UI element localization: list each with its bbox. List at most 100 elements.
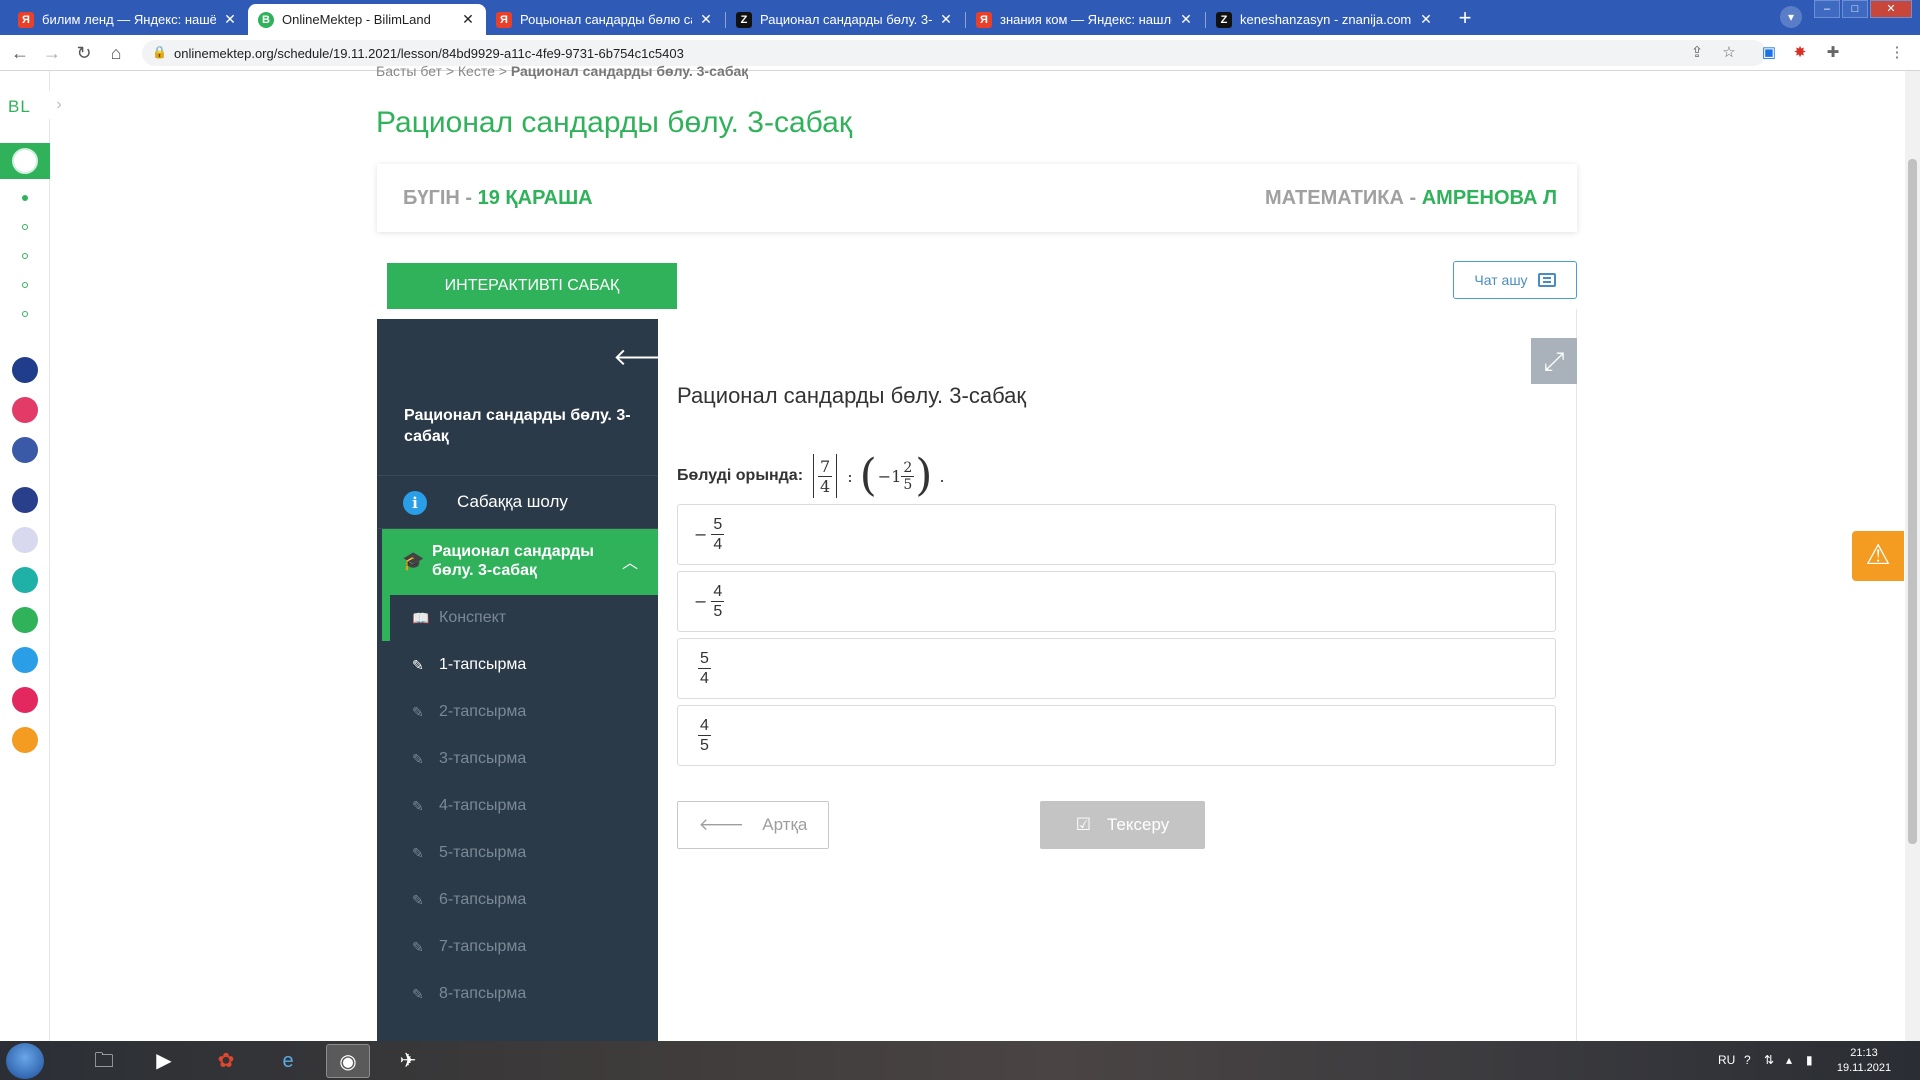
rail-dot[interactable]: [22, 282, 28, 288]
lesson-sidebar: 🡐 Рационал сандарды бөлу. 3-сабақ i Саба…: [377, 319, 658, 1041]
browser-tab-active[interactable]: B OnlineMektep - BilimLand ✕: [248, 4, 486, 35]
clock[interactable]: 21:13 19.11.2021: [1834, 1046, 1894, 1076]
minimize-button[interactable]: –: [1814, 0, 1840, 18]
sidebar-item-overview[interactable]: i Сабаққа шолу: [377, 475, 658, 529]
clock-time: 21:13: [1850, 1047, 1878, 1059]
close-icon[interactable]: ✕: [222, 11, 238, 28]
smart-nation-icon[interactable]: [12, 487, 38, 513]
profile-icon[interactable]: ▾: [1780, 6, 1802, 28]
tray-expand-icon[interactable]: ▴: [1786, 1053, 1792, 1067]
answer-sign: −: [694, 525, 708, 544]
page-scrollbar[interactable]: [1905, 71, 1920, 1041]
browser-tab[interactable]: Z keneshanzasyn - znanija.com ✕: [1206, 4, 1444, 35]
media-player-icon[interactable]: ▶: [142, 1044, 186, 1078]
window-close-button[interactable]: ✕: [1870, 0, 1912, 18]
breadcrumb-item[interactable]: Басты бет: [376, 63, 442, 79]
subject-teacher: МАТЕМАТИКА - АМРЕНОВА Л: [1265, 187, 1557, 210]
help-icon[interactable]: ?: [1744, 1053, 1751, 1067]
close-icon[interactable]: ✕: [1178, 11, 1194, 28]
forward-arrow-icon[interactable]: →: [40, 41, 64, 65]
bilim-land-icon[interactable]: [12, 607, 38, 633]
sidebar-task-item[interactable]: 📖 Конспект: [382, 595, 658, 641]
arrow-left-icon: 🡐: [698, 815, 745, 834]
collapse-sidebar-arrow-icon[interactable]: 🡐: [613, 345, 658, 371]
fullscreen-expand-icon[interactable]: ⤢: [1531, 338, 1577, 384]
browser-tab[interactable]: Я билим ленд — Яндекс: нашёлся ✕: [8, 4, 248, 35]
rail-dot[interactable]: [22, 311, 28, 317]
rail-expand-chevron-icon[interactable]: ›: [48, 91, 70, 119]
bilimland-logo[interactable]: BL: [8, 97, 31, 117]
sidebar-task-item[interactable]: ✎ 3-тапсырма: [382, 736, 658, 782]
back-arrow-icon[interactable]: ←: [8, 41, 32, 65]
extensions-puzzle-icon[interactable]: ✚: [1824, 44, 1842, 62]
close-icon[interactable]: ✕: [1418, 11, 1434, 28]
close-icon[interactable]: ✕: [460, 11, 476, 28]
reload-icon[interactable]: ↻: [72, 41, 96, 65]
itest-icon[interactable]: [12, 687, 38, 713]
breadcrumb-item[interactable]: Кесте: [458, 63, 495, 79]
interactive-lesson-tab[interactable]: ИНТЕРАКТИВТІ САБАҚ: [387, 263, 677, 309]
chevron-up-icon[interactable]: ︿: [622, 549, 638, 573]
chat-button-label: Чат ашу: [1474, 272, 1528, 288]
sidebar-task-item[interactable]: ✎ 6-тапсырма: [382, 877, 658, 923]
fraction: 7 4: [818, 457, 833, 496]
extension-search-icon[interactable]: ▣: [1760, 44, 1778, 62]
maximize-button[interactable]: □: [1842, 0, 1868, 18]
rail-dot[interactable]: [22, 224, 28, 230]
share-icon[interactable]: ⇪: [1688, 44, 1706, 62]
today-date: БҮГІН - 19 ҚАРАША: [403, 187, 593, 210]
sidebar-task-item[interactable]: ✎ 4-тапсырма: [382, 783, 658, 829]
signal-icon[interactable]: ▮: [1806, 1053, 1813, 1067]
bookmark-star-icon[interactable]: ☆: [1720, 44, 1738, 62]
answer-option[interactable]: − 5 4: [677, 504, 1556, 565]
bilim-app-icon[interactable]: [12, 567, 38, 593]
bilim-app-icon[interactable]: [12, 437, 38, 463]
language-indicator[interactable]: RU: [1718, 1053, 1735, 1067]
sidebar-task-label: 7-тапсырма: [439, 938, 527, 955]
close-icon[interactable]: ✕: [938, 11, 954, 28]
extension-fox-icon[interactable]: ✸: [1791, 44, 1809, 62]
scrollbar-thumb[interactable]: [1908, 159, 1917, 844]
bilim-app-icon[interactable]: [12, 727, 38, 753]
answer-option[interactable]: 5 4: [677, 638, 1556, 699]
check-button[interactable]: ☑ Тексеру: [1040, 801, 1205, 849]
new-tab-button[interactable]: +: [1451, 6, 1479, 32]
sidebar-task-item[interactable]: ✎ 8-тапсырма: [382, 971, 658, 1017]
browser-tab[interactable]: Я знания ком — Яндекс: нашлось ✕: [966, 4, 1204, 35]
open-chat-button[interactable]: Чат ашу: [1453, 261, 1577, 299]
bilim-app-icon[interactable]: [12, 357, 38, 383]
menu-dots-icon[interactable]: ⋮: [1888, 44, 1906, 62]
media-app-icon[interactable]: ✿: [204, 1044, 248, 1078]
answer-option[interactable]: − 4 5: [677, 571, 1556, 632]
sidebar-task-item[interactable]: ✎ 2-тапсырма: [382, 689, 658, 735]
answer-option[interactable]: 4 5: [677, 705, 1556, 766]
znanija-icon: Z: [736, 11, 752, 28]
close-icon[interactable]: ✕: [698, 11, 714, 28]
breadcrumb-separator: >: [445, 63, 455, 79]
chrome-icon[interactable]: ◉: [326, 1044, 370, 1078]
start-button[interactable]: [6, 1043, 44, 1079]
browser-tab[interactable]: Z Рационал сандарды бөлу. 3-саб ✕: [726, 4, 964, 35]
answer-fraction: 4 5: [698, 716, 711, 755]
tab-label: Роцыонал сандарды бөлю саба: [520, 12, 692, 27]
browser-tab[interactable]: Я Роцыонал сандарды бөлю саба ✕: [486, 4, 724, 35]
sidebar-task-item[interactable]: ✎ 5-тапсырма: [382, 830, 658, 876]
bilim-shop-icon[interactable]: [12, 397, 38, 423]
back-button[interactable]: 🡐 Артқа: [677, 801, 829, 849]
bilim-check-icon[interactable]: [12, 647, 38, 673]
denominator: 4: [818, 475, 833, 496]
sidebar-task-item[interactable]: ✎ 1-тапсырма: [382, 642, 658, 688]
app-icon[interactable]: ✈: [386, 1044, 430, 1078]
bilim-app-icon[interactable]: [12, 527, 38, 553]
sidebar-task-item[interactable]: ✎ 7-тапсырма: [382, 924, 658, 970]
internet-explorer-icon[interactable]: e: [266, 1044, 310, 1078]
rail-active-item[interactable]: [0, 143, 50, 179]
home-icon[interactable]: ⌂: [104, 41, 128, 65]
rail-dot[interactable]: [22, 253, 28, 259]
network-icon[interactable]: ⇅: [1764, 1053, 1774, 1067]
file-explorer-icon[interactable]: 🗀: [82, 1044, 126, 1078]
report-warning-icon[interactable]: ⚠: [1852, 531, 1904, 581]
rail-dot-active[interactable]: [22, 195, 28, 201]
sidebar-section-current[interactable]: 🎓 Рационал сандарды бөлу. 3-сабақ ︿: [382, 529, 658, 595]
sidebar-task-label: 4-тапсырма: [439, 797, 527, 814]
